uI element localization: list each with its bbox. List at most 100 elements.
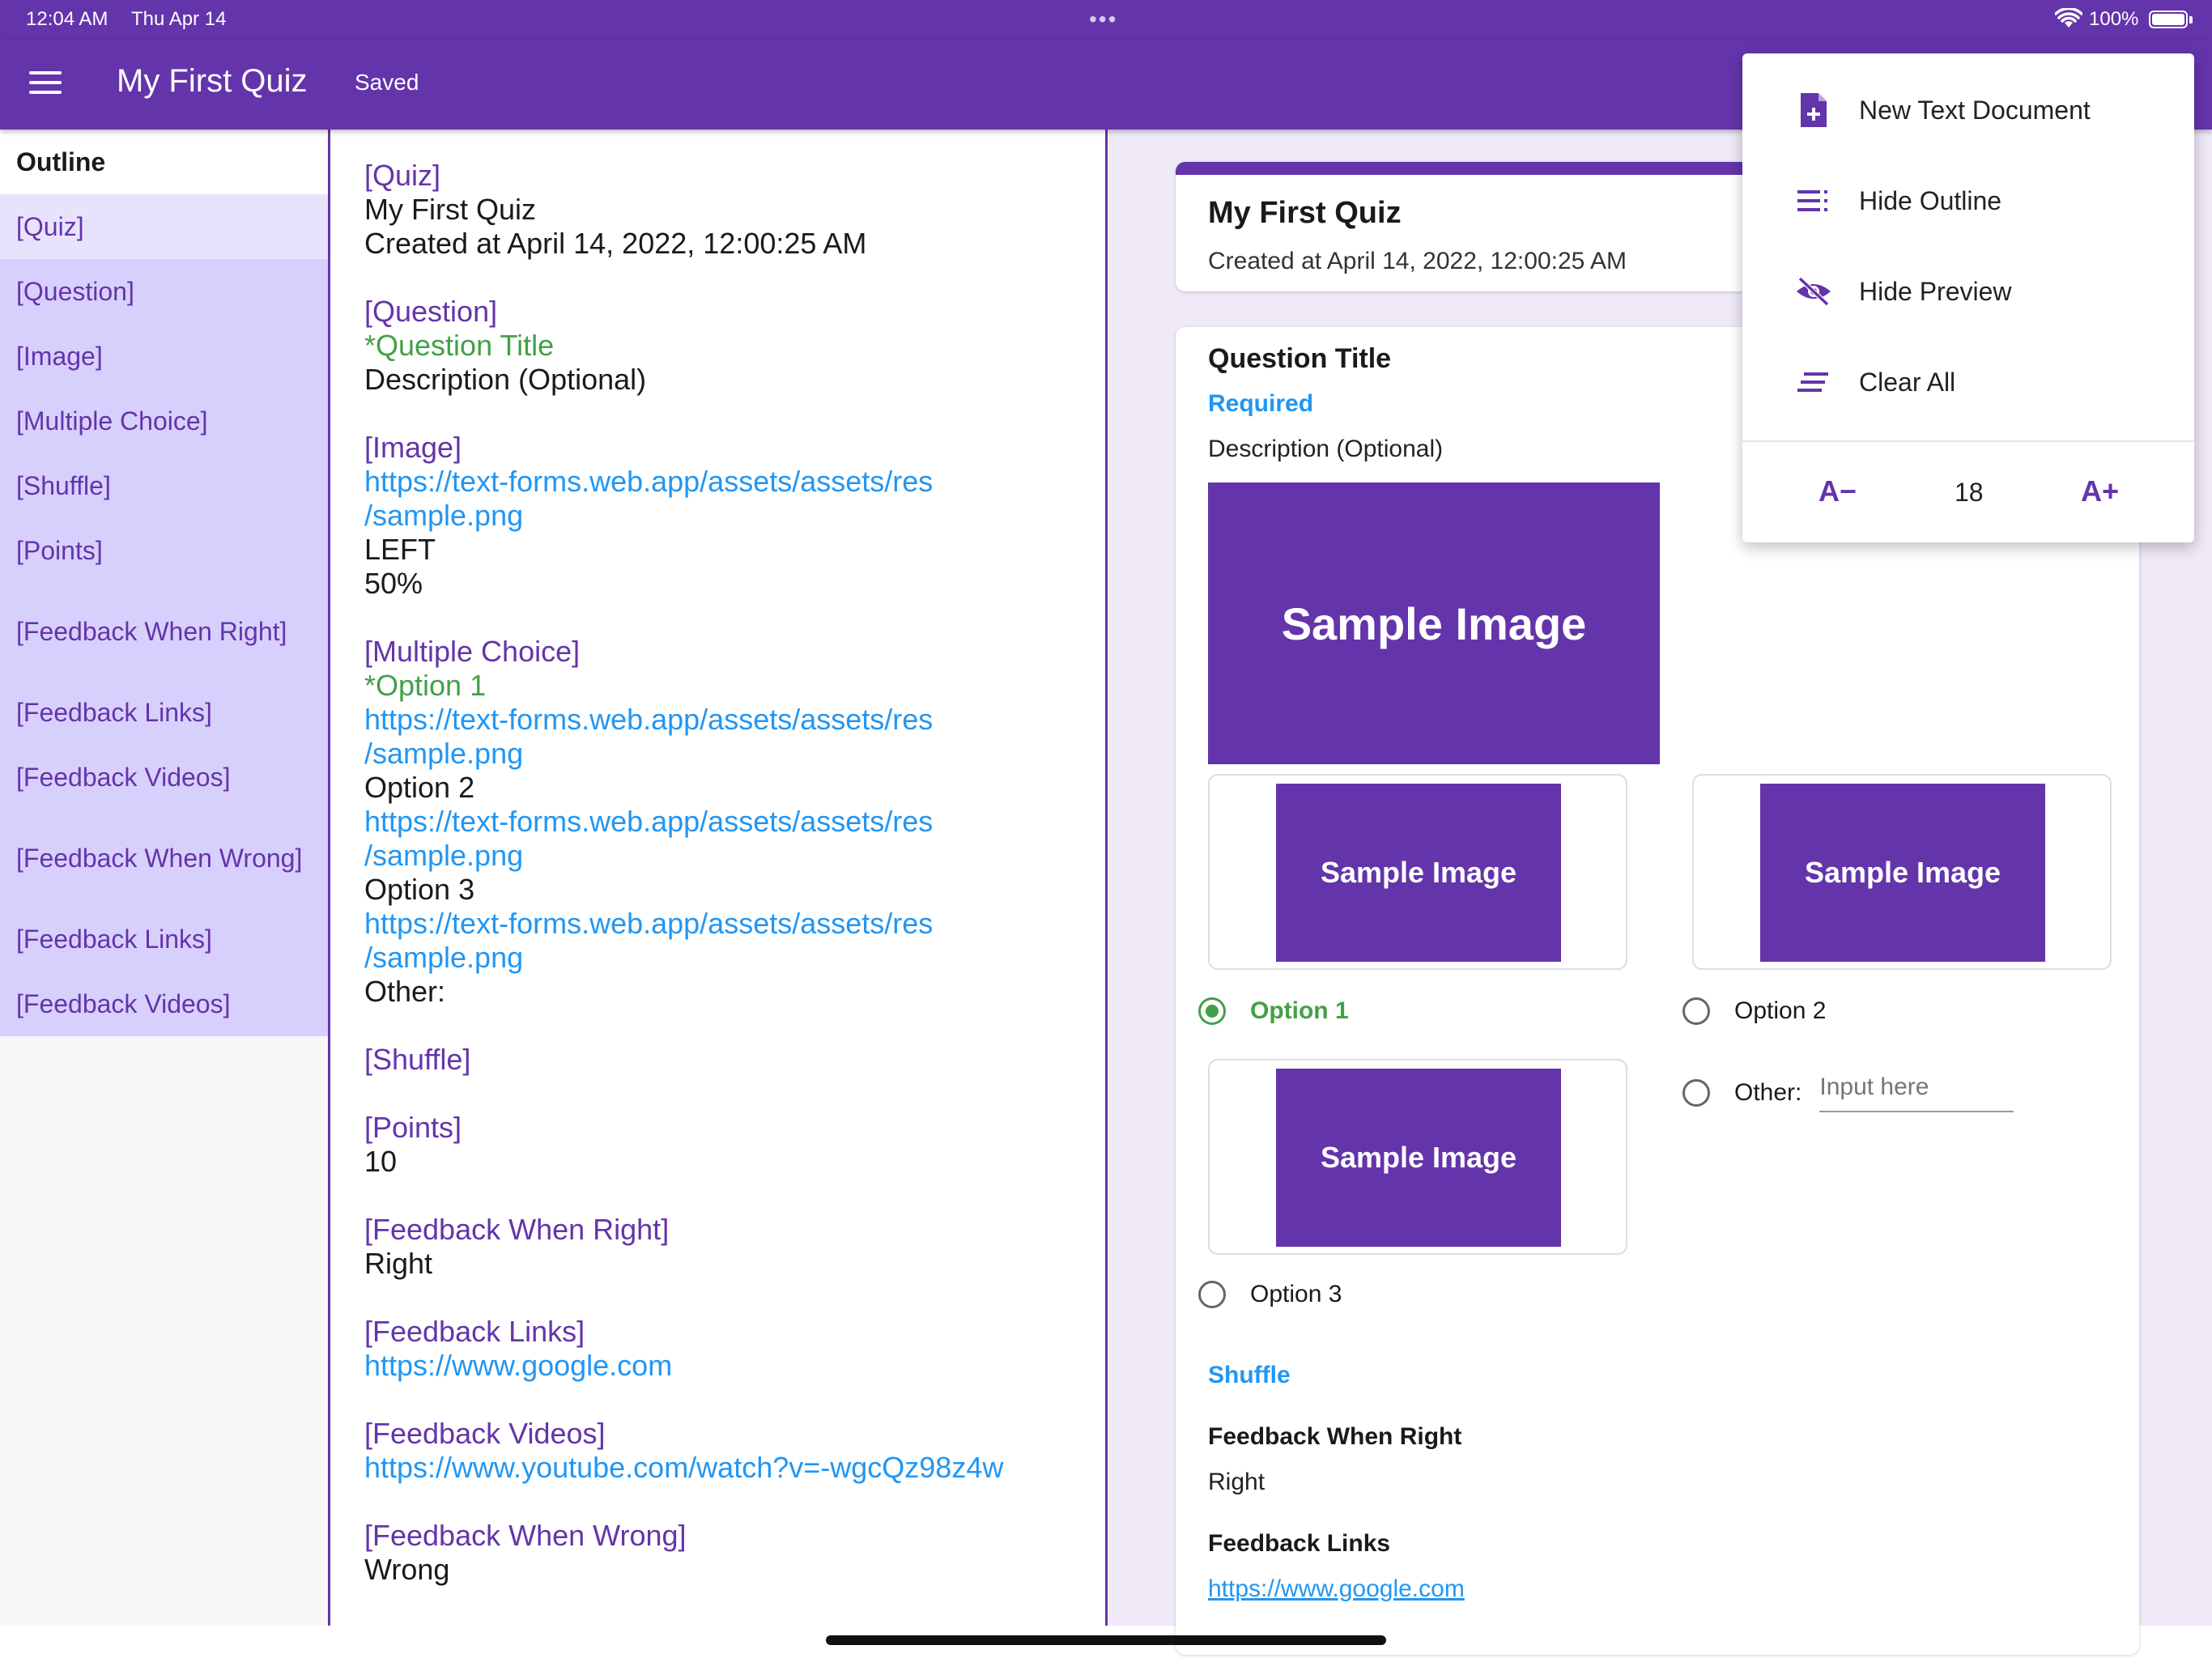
- quiz-created-at: Created at April 14, 2022, 12:00:25 AM: [1208, 248, 1627, 274]
- editor-text: Right: [364, 1247, 433, 1280]
- editor-text: Created at April 14, 2022, 12:00:25 AM: [364, 227, 867, 260]
- radio-unchecked-icon[interactable]: [1682, 997, 1710, 1025]
- menu-item-label: Hide Preview: [1859, 276, 2012, 306]
- editor-tag: [Feedback Links]: [364, 1315, 585, 1348]
- menu-item-hide-preview[interactable]: Hide Preview: [1742, 246, 2194, 337]
- eye-off-icon: [1794, 272, 1833, 311]
- option-image: Sample Image: [1276, 1069, 1561, 1247]
- status-time: 12:04 AM: [26, 8, 108, 30]
- question-title: Question Title: [1208, 343, 1392, 374]
- editor-link[interactable]: /sample.png: [364, 941, 1105, 975]
- option-image: Sample Image: [1760, 784, 2045, 962]
- shuffle-label: Shuffle: [1208, 1362, 1291, 1388]
- clear-all-icon: [1794, 363, 1833, 402]
- app-title: My First Quiz: [117, 63, 308, 99]
- outline-item-question[interactable]: [Question]: [0, 259, 328, 324]
- text-editor[interactable]: [Quiz] My First Quiz Created at April 14…: [330, 130, 1108, 1626]
- option-3-radio[interactable]: Option 3: [1198, 1281, 1342, 1308]
- editor-link[interactable]: https://text-forms.web.app/assets/assets…: [364, 805, 1105, 839]
- feedback-link[interactable]: https://www.google.com: [1208, 1575, 1465, 1603]
- editor-block-shuffle: [Shuffle]: [364, 1043, 1105, 1077]
- editor-required-text: *Question Title: [364, 329, 555, 362]
- battery-percentage: 100%: [2089, 8, 2139, 30]
- editor-block-quiz: [Quiz] My First Quiz Created at April 14…: [364, 159, 1105, 261]
- outline-item-quiz[interactable]: [Quiz]: [0, 194, 328, 259]
- editor-tag: [Shuffle]: [364, 1043, 471, 1076]
- option-2-image-box[interactable]: Sample Image: [1692, 774, 2112, 970]
- option-3-image-box[interactable]: Sample Image: [1208, 1059, 1627, 1255]
- editor-text: Description (Optional): [364, 363, 647, 396]
- option-1-radio[interactable]: Option 1: [1198, 997, 1349, 1025]
- option-image: Sample Image: [1276, 784, 1561, 962]
- editor-link[interactable]: /sample.png: [364, 839, 1105, 873]
- outline-item-image[interactable]: [Image]: [0, 324, 328, 389]
- outline-item-multiple-choice[interactable]: [Multiple Choice]: [0, 389, 328, 453]
- outline-item-feedback-videos[interactable]: [Feedback Videos]: [0, 971, 328, 1036]
- radio-unchecked-icon[interactable]: [1198, 1281, 1226, 1308]
- menu-item-new-text-document[interactable]: New Text Document: [1742, 65, 2194, 155]
- outline-heading: Outline: [0, 130, 328, 194]
- editor-link[interactable]: /sample.png: [364, 737, 1105, 771]
- feedback-right-label: Feedback When Right: [1208, 1423, 1462, 1450]
- editor-link[interactable]: https://www.youtube.com/watch?v=-wgcQz98…: [364, 1451, 1105, 1485]
- font-size-controls: A− 18 A+: [1742, 442, 2194, 542]
- outline-item-feedback-links[interactable]: [Feedback Links]: [0, 907, 328, 971]
- font-decrease-button[interactable]: A−: [1819, 474, 1857, 508]
- radio-checked-icon[interactable]: [1198, 997, 1226, 1025]
- font-increase-button[interactable]: A+: [2081, 474, 2119, 508]
- editor-link[interactable]: https://www.google.com: [364, 1349, 1105, 1383]
- editor-text: Wrong: [364, 1553, 450, 1586]
- question-description: Description (Optional): [1208, 436, 1444, 462]
- outline-item-feedback-videos[interactable]: [Feedback Videos]: [0, 745, 328, 810]
- option-label: Option 1: [1250, 997, 1349, 1024]
- editor-tag: [Multiple Choice]: [364, 635, 581, 668]
- home-indicator[interactable]: [826, 1635, 1386, 1645]
- editor-tag: [Feedback When Wrong]: [364, 1519, 687, 1552]
- outline-item-points[interactable]: [Points]: [0, 518, 328, 583]
- editor-text: 10: [364, 1145, 398, 1178]
- other-input[interactable]: [1819, 1073, 2014, 1112]
- battery-icon: [2149, 11, 2188, 28]
- quiz-title: My First Quiz: [1208, 196, 1402, 230]
- option-2-radio[interactable]: Option 2: [1682, 997, 1826, 1025]
- editor-link[interactable]: https://text-forms.web.app/assets/assets…: [364, 465, 1105, 499]
- editor-link[interactable]: https://text-forms.web.app/assets/assets…: [364, 703, 1105, 737]
- option-1-image-box[interactable]: Sample Image: [1208, 774, 1627, 970]
- editor-tag: [Question]: [364, 295, 498, 328]
- outline-panel: Outline [Quiz] [Question] [Image] [Multi…: [0, 130, 330, 1626]
- editor-tag: [Feedback When Right]: [364, 1213, 670, 1246]
- hamburger-menu-icon[interactable]: [29, 71, 62, 97]
- outline-item-shuffle[interactable]: [Shuffle]: [0, 453, 328, 518]
- outline-item-feedback-when-wrong[interactable]: [Feedback When Wrong]: [0, 810, 328, 907]
- radio-unchecked-icon[interactable]: [1682, 1079, 1710, 1107]
- required-label: Required: [1208, 390, 1314, 417]
- other-radio[interactable]: Other:: [1682, 1073, 2014, 1112]
- editor-block-feedback-wrong: [Feedback When Wrong] Wrong: [364, 1519, 1105, 1587]
- other-label: Other:: [1734, 1079, 1802, 1106]
- editor-text: Other:: [364, 975, 446, 1008]
- editor-text: 50%: [364, 567, 423, 600]
- editor-tag: [Feedback Videos]: [364, 1417, 606, 1450]
- editor-link[interactable]: https://text-forms.web.app/assets/assets…: [364, 907, 1105, 941]
- outline-list: [Quiz] [Question] [Image] [Multiple Choi…: [0, 194, 328, 1036]
- menu-item-clear-all[interactable]: Clear All: [1742, 337, 2194, 427]
- menu-item-label: New Text Document: [1859, 95, 2091, 125]
- new-document-icon: [1794, 91, 1833, 130]
- outline-item-feedback-when-right[interactable]: [Feedback When Right]: [0, 583, 328, 680]
- menu-item-hide-outline[interactable]: Hide Outline: [1742, 155, 2194, 246]
- status-date: Thu Apr 14: [131, 8, 227, 30]
- editor-block-question: [Question] *Question Title Description (…: [364, 295, 1105, 397]
- editor-link[interactable]: /sample.png: [364, 499, 1105, 533]
- editor-block-feedback-videos: [Feedback Videos] https://www.youtube.co…: [364, 1417, 1105, 1485]
- multitasking-dots-icon[interactable]: •••: [1089, 6, 1117, 32]
- editor-block-feedback-right: [Feedback When Right] Right: [364, 1213, 1105, 1281]
- editor-text: My First Quiz: [364, 193, 536, 226]
- outline-item-feedback-links[interactable]: [Feedback Links]: [0, 680, 328, 745]
- feedback-links-label: Feedback Links: [1208, 1530, 1391, 1557]
- editor-text: Option 2: [364, 771, 475, 804]
- editor-block-points: [Points] 10: [364, 1111, 1105, 1179]
- wifi-icon: [2055, 8, 2082, 28]
- option-label: Option 2: [1734, 997, 1827, 1024]
- font-size-value: 18: [1955, 478, 1984, 507]
- editor-tag: [Points]: [364, 1111, 462, 1144]
